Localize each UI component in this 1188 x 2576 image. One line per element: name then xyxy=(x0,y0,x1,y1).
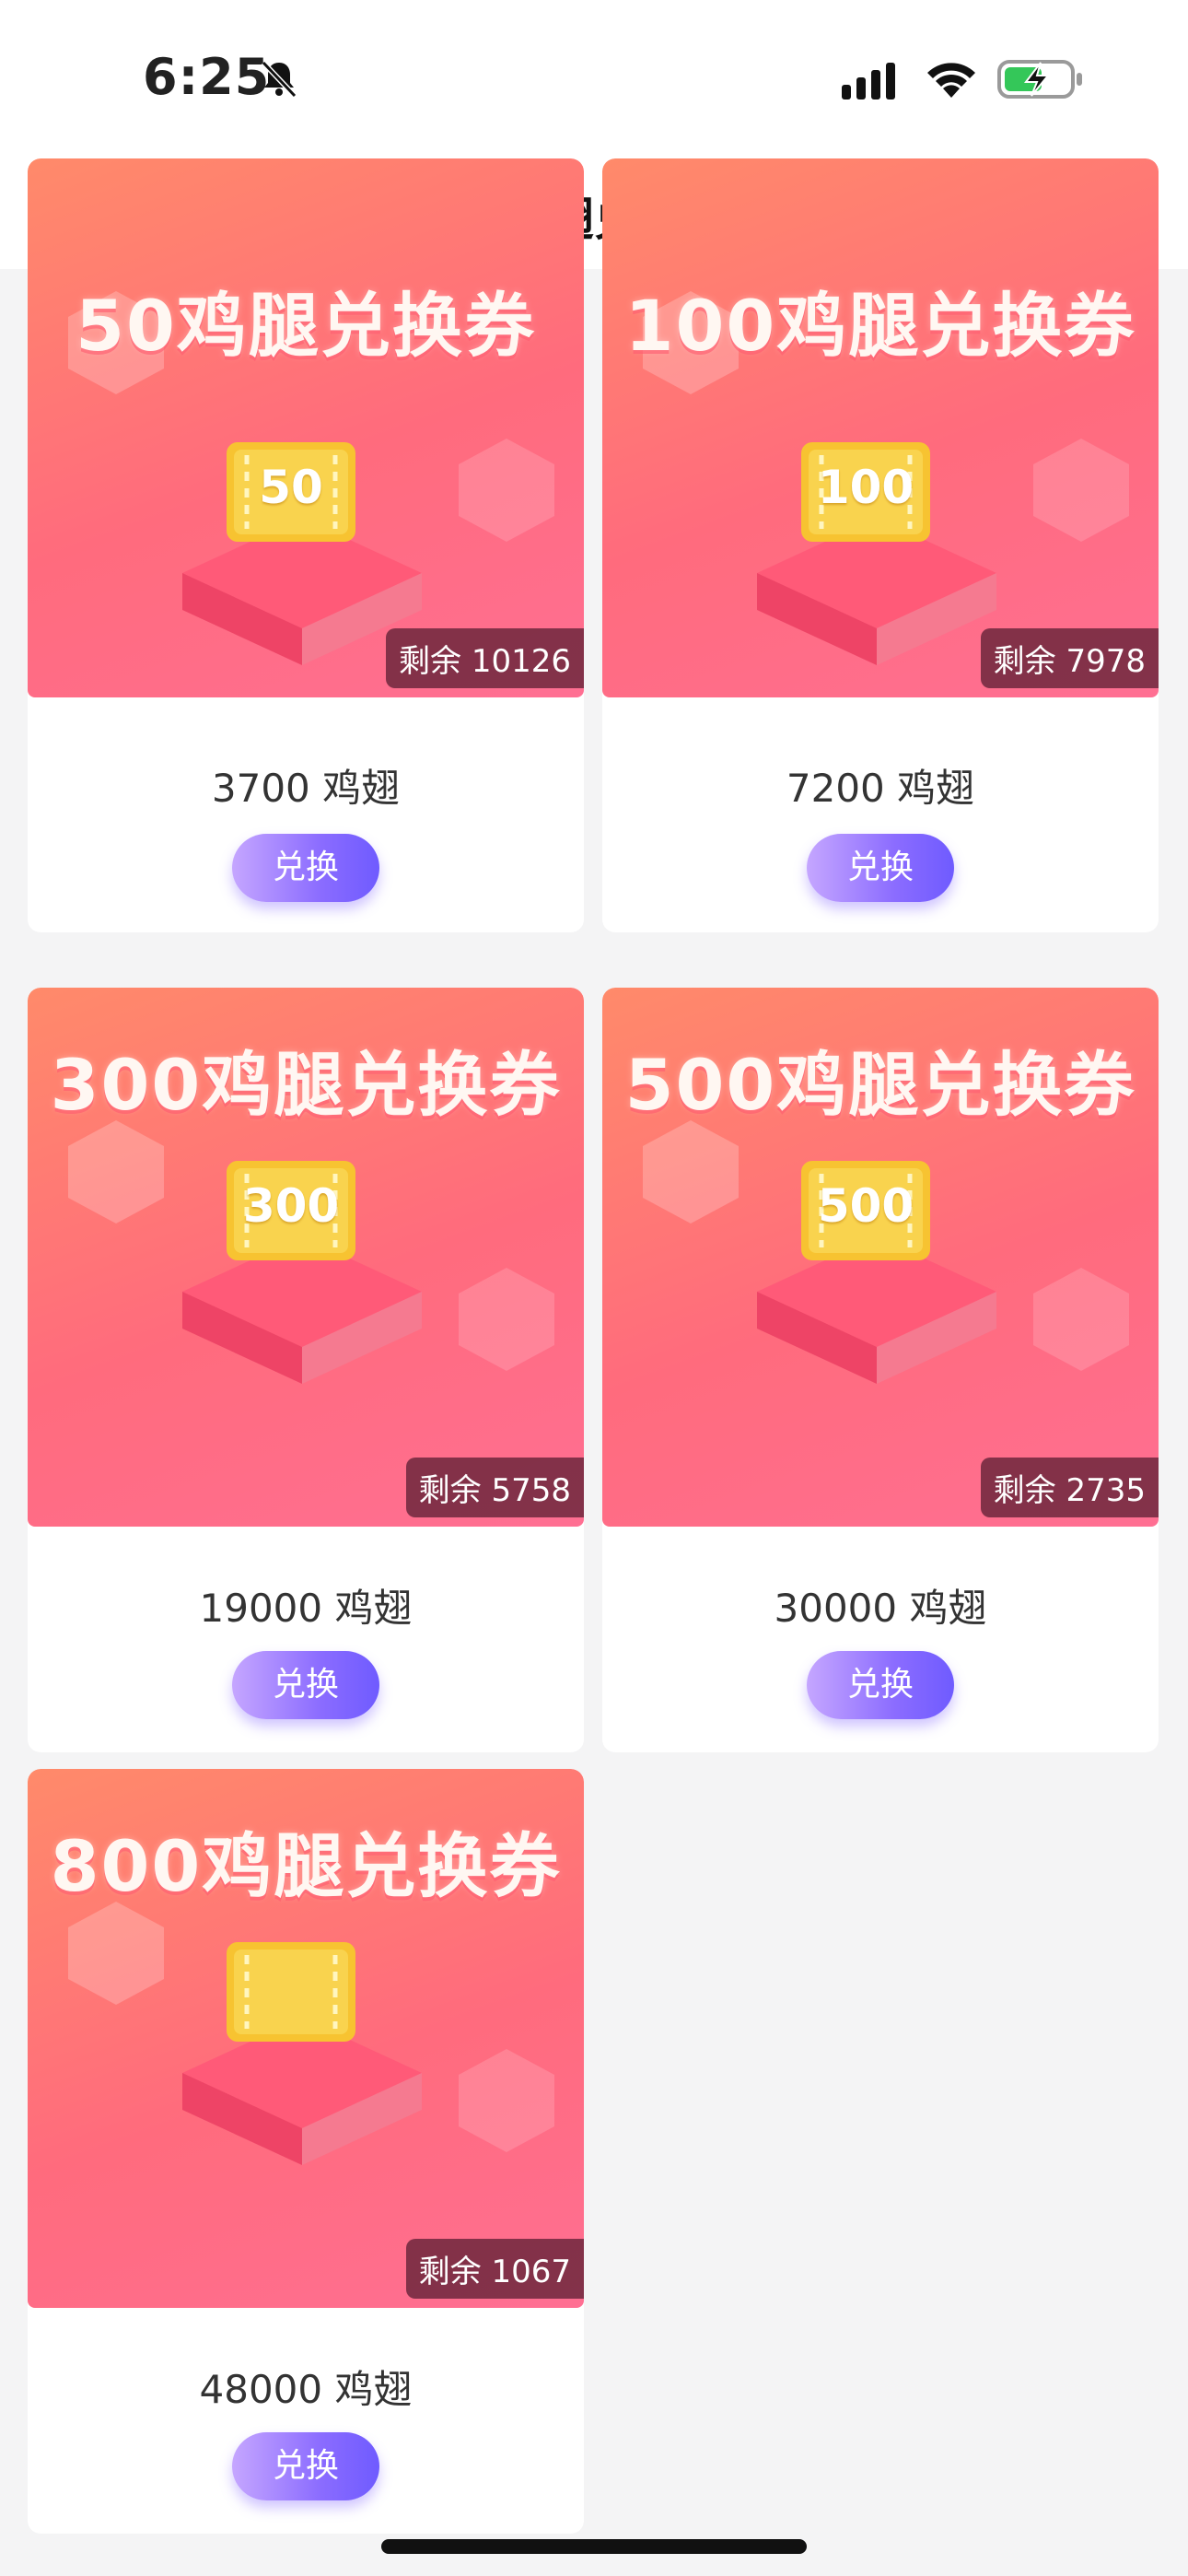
redeem-button[interactable]: 兑换 xyxy=(232,2432,379,2500)
price-label: 3700 鸡翅 xyxy=(211,766,401,811)
stock-badge: 剩余 1067 xyxy=(405,2239,584,2299)
redeem-button[interactable]: 兑换 xyxy=(232,834,379,902)
wifi-icon xyxy=(927,63,975,98)
banner-title: 300鸡腿兑换券 xyxy=(50,1044,562,1126)
battery-charging-icon xyxy=(997,60,1082,99)
ticket-value: 100 xyxy=(817,461,914,514)
redeem-button[interactable]: 兑换 xyxy=(807,1651,954,1719)
price-label: 30000 鸡翅 xyxy=(774,1586,987,1631)
coupon-banner: 300鸡腿兑换券 300 剩余 5758 xyxy=(28,988,584,1527)
ticket-value: 50 xyxy=(259,461,323,514)
exchange-card: 800鸡腿兑换券 剩余 1067 48000 鸡翅 兑换 xyxy=(28,1769,584,2534)
ticket-value: 300 xyxy=(242,1179,340,1233)
coupon-banner: 50鸡腿兑换券 50 剩余 10126 xyxy=(28,158,584,697)
stock-badge: 剩余 2735 xyxy=(980,1458,1159,1517)
exchange-card: 100鸡腿兑换券 100 剩余 7978 7200 鸡翅 兑换 xyxy=(602,158,1159,932)
stock-badge: 剩余 10126 xyxy=(386,628,584,688)
coupon-banner: 500鸡腿兑换券 500 剩余 2735 xyxy=(602,988,1159,1527)
ticket-icon xyxy=(227,1942,355,2042)
decorative-hexagon xyxy=(459,2049,554,2152)
home-indicator[interactable] xyxy=(381,2539,807,2554)
redeem-button[interactable]: 兑换 xyxy=(807,834,954,902)
decorative-hexagon xyxy=(68,1120,164,1224)
price-label: 19000 鸡翅 xyxy=(199,1586,413,1631)
redeem-button[interactable]: 兑换 xyxy=(232,1651,379,1719)
exchange-card: 50鸡腿兑换券 50 剩余 10126 3700 鸡翅 兑换 xyxy=(28,158,584,932)
status-time: 6:25 xyxy=(143,48,271,106)
banner-title: 500鸡腿兑换券 xyxy=(624,1044,1136,1126)
coupon-banner: 100鸡腿兑换券 100 剩余 7978 xyxy=(602,158,1159,697)
banner-title: 800鸡腿兑换券 xyxy=(50,1825,562,1907)
decorative-hexagon xyxy=(643,1120,739,1224)
price-label: 7200 鸡翅 xyxy=(786,766,975,811)
banner-title: 100鸡腿兑换券 xyxy=(624,285,1136,367)
status-bar: 6:25 xyxy=(0,0,1188,157)
price-label: 48000 鸡翅 xyxy=(199,2367,413,2412)
bell-slash-icon xyxy=(261,60,297,99)
stock-badge: 剩余 5758 xyxy=(405,1458,584,1517)
banner-title: 50鸡腿兑换券 xyxy=(76,285,536,367)
decorative-hexagon xyxy=(68,1902,164,2005)
decorative-hexagon xyxy=(1033,1268,1129,1371)
exchange-card: 500鸡腿兑换券 500 剩余 2735 30000 鸡翅 兑换 xyxy=(602,988,1159,1752)
signal-bars-icon xyxy=(842,63,895,100)
decorative-hexagon xyxy=(459,439,554,542)
coupon-banner: 800鸡腿兑换券 剩余 1067 xyxy=(28,1769,584,2308)
stock-badge: 剩余 7978 xyxy=(980,628,1159,688)
exchange-card: 300鸡腿兑换券 300 剩余 5758 19000 鸡翅 兑换 xyxy=(28,988,584,1752)
decorative-hexagon xyxy=(459,1268,554,1371)
ticket-value: 500 xyxy=(817,1179,914,1233)
decorative-hexagon xyxy=(1033,439,1129,542)
